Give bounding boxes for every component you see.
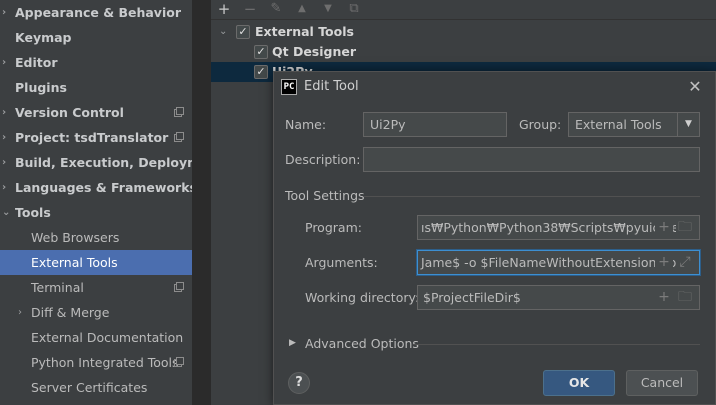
group-value: External Tools — [575, 117, 662, 132]
expand-icon[interactable]: ⤢ — [676, 251, 694, 274]
move-down-button[interactable]: ▼ — [318, 0, 338, 18]
arguments-label: Arguments: — [305, 255, 378, 270]
chevron-right-icon: › — [2, 182, 7, 193]
tool-settings-title: Tool Settings — [285, 188, 365, 203]
sidebar-item-label: Diff & Merge — [31, 305, 110, 320]
sidebar-item-python-integrated-tools[interactable]: Python Integrated Tools — [0, 350, 192, 375]
group-select[interactable]: External Tools ▼ — [568, 112, 700, 137]
remove-tool-button[interactable]: − — [240, 0, 260, 18]
project-settings-icon — [174, 107, 184, 117]
insert-macro-icon[interactable]: + — [655, 251, 673, 274]
sidebar-item-label: Terminal — [31, 280, 84, 295]
chevron-right-icon: › — [2, 107, 7, 118]
tool-label: Qt Designer — [272, 44, 357, 59]
description-field[interactable] — [363, 147, 700, 172]
sidebar-item-version-control[interactable]: › Version Control — [0, 100, 192, 125]
chevron-right-icon: › — [2, 157, 7, 168]
settings-sidebar: › Appearance & Behavior Keymap › Editor … — [0, 0, 193, 405]
insert-macro-icon[interactable]: + — [655, 286, 673, 309]
browse-folder-icon[interactable]: 🗀 — [676, 216, 694, 239]
group-checkbox[interactable]: ✓ — [236, 25, 250, 39]
group-label: Group: — [519, 117, 562, 132]
chevron-right-icon: › — [2, 57, 7, 68]
sidebar-item-external-tools[interactable]: External Tools — [0, 250, 192, 275]
chevron-down-icon[interactable]: ▼ — [677, 113, 699, 136]
tool-row[interactable]: ✓ Qt Designer — [211, 42, 716, 62]
close-icon[interactable]: ✕ — [685, 76, 705, 98]
sidebar-item-label: Project: tsdTranslator — [15, 130, 169, 145]
working-directory-field[interactable]: $ProjectFileDir$ + 🗀 — [417, 285, 700, 310]
sidebar-item-label: Tools — [15, 205, 51, 220]
sidebar-item-label: Web Browsers — [31, 230, 120, 245]
sidebar-item-label: Keymap — [15, 30, 72, 45]
sidebar-item-plugins[interactable]: Plugins — [0, 75, 192, 100]
name-value: Ui2Py — [370, 117, 406, 132]
chevron-down-icon: ⌄ — [2, 207, 11, 218]
chevron-right-icon[interactable]: ▶ — [289, 338, 296, 348]
edit-tool-dialog: PC Edit Tool ✕ Name: Ui2Py Group: Extern… — [273, 71, 716, 405]
sidebar-item-label: Build, Execution, Deployment — [15, 155, 192, 170]
chevron-right-icon: › — [2, 7, 7, 18]
sidebar-item-tools[interactable]: ⌄ Tools — [0, 200, 192, 225]
edit-tool-button[interactable]: ✎ — [266, 0, 286, 18]
ok-button[interactable]: OK — [543, 370, 615, 396]
sidebar-item-label: Appearance & Behavior — [15, 5, 181, 20]
sidebar-item-label: Server Certificates — [31, 380, 148, 395]
copy-tool-button[interactable]: ⧉ — [344, 0, 364, 18]
browse-folder-icon[interactable]: 🗀 — [676, 286, 694, 309]
program-label: Program: — [305, 220, 362, 235]
section-divider — [413, 344, 700, 345]
arguments-value: Jame$ -o $FileNameWithoutExtension$.py — [421, 255, 684, 270]
sidebar-item-server-certificates[interactable]: Server Certificates — [0, 375, 192, 400]
dialog-titlebar: PC Edit Tool ✕ — [274, 72, 715, 102]
sidebar-item-label: External Tools — [31, 255, 118, 270]
tool-checkbox[interactable]: ✓ — [254, 45, 268, 59]
tools-toolbar: + − ✎ ▲ ▼ ⧉ — [211, 0, 716, 20]
insert-macro-icon[interactable]: + — [655, 216, 673, 239]
sidebar-item-project[interactable]: › Project: tsdTranslator — [0, 125, 192, 150]
sidebar-item-label: Plugins — [15, 80, 67, 95]
sidebar-item-terminal[interactable]: Terminal — [0, 275, 192, 300]
add-tool-button[interactable]: + — [214, 0, 234, 18]
project-settings-icon — [174, 282, 184, 292]
project-settings-icon — [174, 357, 184, 367]
sidebar-item-languages-frameworks[interactable]: › Languages & Frameworks — [0, 175, 193, 200]
pycharm-logo-icon: PC — [281, 79, 297, 95]
advanced-options-toggle[interactable]: Advanced Options — [305, 336, 419, 351]
sidebar-item-web-browsers[interactable]: Web Browsers — [0, 225, 192, 250]
help-button[interactable]: ? — [288, 372, 310, 394]
sidebar-item-editor[interactable]: › Editor — [0, 50, 192, 75]
group-label: External Tools — [255, 24, 354, 39]
description-label: Description: — [285, 152, 361, 167]
cancel-button[interactable]: Cancel — [626, 370, 698, 396]
project-settings-icon — [174, 132, 184, 142]
sidebar-item-diff-merge[interactable]: › Diff & Merge — [0, 300, 192, 325]
sidebar-item-label: Editor — [15, 55, 58, 70]
chevron-down-icon[interactable]: ⌄ — [219, 22, 227, 42]
dialog-title: Edit Tool — [304, 79, 359, 94]
sidebar-item-appearance-behavior[interactable]: › Appearance & Behavior — [0, 0, 192, 25]
sidebar-item-label: External Documentation — [31, 330, 184, 345]
move-up-button[interactable]: ▲ — [292, 0, 312, 18]
program-field[interactable]: ıs₩Python₩Python38₩Scripts₩pyuic5.exe + … — [417, 215, 700, 240]
sidebar-item-label: Languages & Frameworks — [15, 180, 193, 195]
section-divider — [364, 196, 700, 197]
chevron-right-icon: › — [2, 132, 7, 143]
sidebar-item-label: Python Integrated Tools — [31, 355, 179, 370]
name-label: Name: — [285, 117, 327, 132]
working-directory-value: $ProjectFileDir$ — [423, 290, 521, 305]
working-directory-label: Working directory: — [305, 290, 420, 305]
tools-group-row[interactable]: ⌄ ✓ External Tools — [211, 22, 716, 42]
sidebar-item-label: Version Control — [15, 105, 124, 120]
name-field[interactable]: Ui2Py — [363, 112, 507, 137]
sidebar-item-external-documentation[interactable]: External Documentation — [0, 325, 192, 350]
chevron-right-icon: › — [18, 307, 22, 318]
program-value: ıs₩Python₩Python38₩Scripts₩pyuic5.exe — [421, 220, 694, 235]
arguments-field[interactable]: Jame$ -o $FileNameWithoutExtension$.py +… — [417, 250, 700, 275]
sidebar-item-keymap[interactable]: Keymap — [0, 25, 192, 50]
tool-checkbox[interactable]: ✓ — [254, 65, 268, 79]
sidebar-item-build-execution-deployment[interactable]: › Build, Execution, Deployment — [0, 150, 192, 175]
